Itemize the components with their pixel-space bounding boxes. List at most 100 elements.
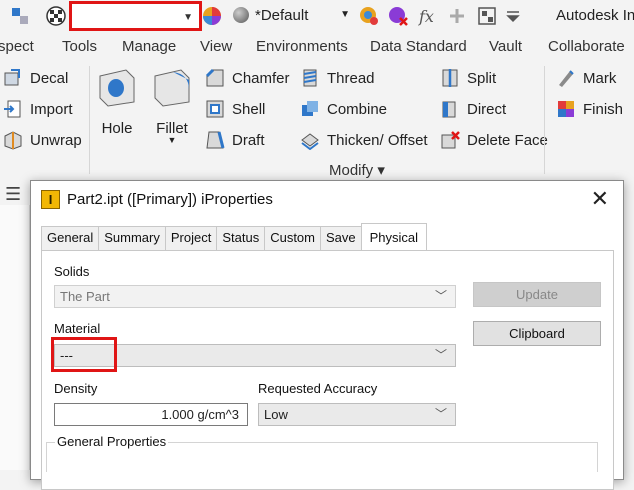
- color-wheel-icon[interactable]: [202, 6, 222, 26]
- chevron-down-icon: ﹀: [434, 289, 447, 303]
- hole-label: Hole: [101, 120, 133, 137]
- fillet-button[interactable]: Fillet ▼: [150, 66, 194, 145]
- draft-label: Draft: [232, 131, 265, 149]
- tab-physical[interactable]: Physical: [360, 223, 428, 250]
- customize-menu-icon[interactable]: [503, 6, 523, 26]
- svg-text:fx: fx: [418, 7, 434, 26]
- model-browser-strip: [0, 205, 30, 470]
- quick-access-toolbar: ▼ *Default ▼ fx Autodesk In: [0, 0, 634, 33]
- dialog-title: Part2.ipt ([Primary]) iProperties: [67, 191, 273, 208]
- tab-view[interactable]: View: [200, 38, 232, 55]
- inventor-logo-icon: I: [41, 190, 60, 209]
- tab-data-standard[interactable]: Data Standard: [370, 38, 467, 55]
- direct-label: Direct: [467, 100, 507, 118]
- delete-face-button[interactable]: Delete Face: [440, 130, 548, 150]
- tab-environments[interactable]: Environments: [256, 38, 348, 55]
- unwrap-label: Unwrap: [30, 131, 82, 149]
- clear-appearance-icon[interactable]: [388, 6, 408, 26]
- shell-label: Shell: [232, 100, 266, 118]
- thicken-offset-button[interactable]: Thicken/ Offset: [300, 130, 428, 150]
- thicken-label: Thicken/ Offset: [327, 131, 428, 149]
- finish-button[interactable]: Finish: [556, 99, 623, 119]
- thread-button[interactable]: Thread: [300, 68, 375, 88]
- tab-summary[interactable]: Summary: [98, 226, 166, 250]
- finish-label: Finish: [583, 100, 624, 118]
- dialog-tabs: General Summary Project Status Custom Sa…: [41, 223, 428, 250]
- tab-custom[interactable]: Custom: [264, 226, 321, 250]
- delete-face-label: Delete Face: [467, 131, 548, 149]
- solids-value: The Part: [60, 289, 110, 304]
- tab-manage[interactable]: Manage: [122, 38, 176, 55]
- thread-label: Thread: [327, 69, 375, 87]
- requested-accuracy-label: Requested Accuracy: [258, 381, 378, 396]
- ilogic-icon[interactable]: [477, 6, 497, 26]
- app-title: Autodesk In: [556, 7, 634, 24]
- decal-icon: [4, 69, 20, 86]
- clipboard-button[interactable]: Clipboard: [473, 321, 601, 346]
- iproperties-dialog: I Part2.ipt ([Primary]) iProperties ✕ Ge…: [30, 180, 624, 490]
- accuracy-dropdown[interactable]: Low ﹀: [258, 403, 456, 426]
- direct-button[interactable]: Direct: [440, 99, 506, 119]
- thread-icon: [303, 69, 317, 87]
- adjust-appearance-icon[interactable]: [359, 6, 379, 26]
- draft-icon: [206, 131, 225, 149]
- ribbon-separator: [544, 66, 545, 174]
- hole-button[interactable]: Hole: [95, 66, 139, 137]
- appearance-dropdown[interactable]: ▼: [69, 1, 202, 31]
- combine-icon: [302, 101, 318, 116]
- delete-face-icon: [441, 131, 460, 149]
- general-properties-label: General Properties: [55, 434, 169, 449]
- tab-vault[interactable]: Vault: [489, 38, 522, 55]
- thicken-icon: [301, 133, 319, 150]
- split-label: Split: [467, 69, 497, 87]
- draft-button[interactable]: Draft: [205, 130, 265, 150]
- material-sphere-icon: [233, 7, 249, 23]
- plus-icon[interactable]: [447, 6, 467, 26]
- dialog-title-bar[interactable]: I Part2.ipt ([Primary]) iProperties ✕: [31, 181, 623, 219]
- density-label: Density: [54, 381, 98, 396]
- function-icon[interactable]: fx: [418, 6, 438, 26]
- hamburger-menu-icon[interactable]: ☰: [5, 184, 21, 205]
- decal-button[interactable]: Decal: [3, 68, 68, 88]
- tab-general[interactable]: General: [41, 226, 100, 250]
- split-button[interactable]: Split: [440, 68, 496, 88]
- mark-label: Mark: [583, 69, 617, 87]
- unwrap-icon: [4, 131, 22, 150]
- import-button[interactable]: Import: [3, 99, 73, 119]
- chevron-down-icon: ▼: [340, 9, 350, 20]
- tab-save[interactable]: Save: [320, 226, 362, 250]
- accuracy-value: Low: [264, 407, 288, 422]
- direct-icon: [442, 101, 456, 118]
- tab-status[interactable]: Status: [216, 226, 266, 250]
- chamfer-label: Chamfer: [232, 69, 290, 87]
- unwrap-button[interactable]: Unwrap: [3, 130, 82, 150]
- tab-collaborate[interactable]: Collaborate: [548, 38, 625, 55]
- solids-dropdown[interactable]: The Part ﹀: [54, 285, 456, 308]
- ribbon-separator: [89, 66, 90, 174]
- density-field[interactable]: 1.000 g/cm^3: [54, 403, 248, 426]
- checker-material-icon[interactable]: [46, 6, 66, 26]
- tab-project[interactable]: Project: [164, 226, 218, 250]
- mark-button[interactable]: Mark: [556, 68, 616, 88]
- split-icon: [442, 69, 458, 87]
- chevron-down-icon: ﹀: [434, 407, 447, 421]
- finish-icon: [558, 101, 574, 117]
- visual-style-dropdown[interactable]: *Default ▼: [230, 3, 354, 27]
- update-button[interactable]: Update: [473, 282, 601, 307]
- tab-inspect[interactable]: spect: [0, 38, 34, 55]
- ribbon-tabs: spect Tools Manage View Environments Dat…: [0, 33, 634, 60]
- modify-panel-label[interactable]: Modify ▾: [329, 161, 385, 179]
- close-icon[interactable]: ✕: [591, 186, 609, 212]
- shell-icon: [206, 100, 224, 118]
- import-label: Import: [30, 100, 73, 118]
- properties-icon[interactable]: [10, 6, 30, 26]
- chevron-down-icon: ▼: [183, 12, 193, 23]
- mark-icon: [559, 70, 574, 87]
- combine-label: Combine: [327, 100, 388, 118]
- decal-label: Decal: [30, 69, 69, 87]
- chamfer-button[interactable]: Chamfer: [205, 68, 290, 88]
- tab-tools[interactable]: Tools: [62, 38, 97, 55]
- combine-button[interactable]: Combine: [300, 99, 387, 119]
- solids-label: Solids: [54, 264, 90, 279]
- shell-button[interactable]: Shell: [205, 99, 265, 119]
